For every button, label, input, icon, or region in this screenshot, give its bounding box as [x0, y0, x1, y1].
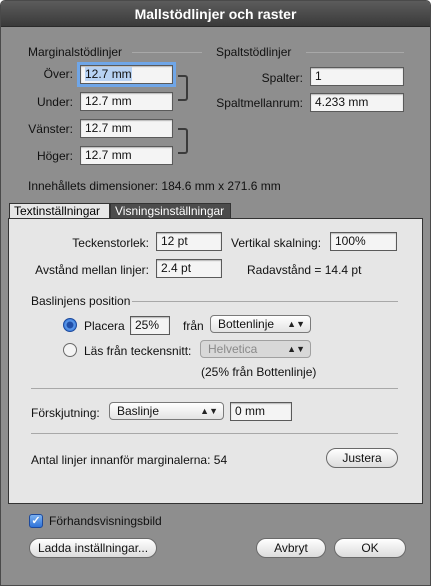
margin-right-label: Höger: [36, 149, 73, 163]
font-size-label: Teckenstorlek: [72, 236, 149, 250]
updown-arrows-icon: ▲▼ [287, 344, 305, 354]
panel-divider-1 [31, 388, 398, 389]
place-from-value: Bottenlinje [218, 317, 275, 331]
from-label: från [183, 319, 204, 333]
updown-arrows-icon: ▲▼ [200, 406, 218, 416]
font-value: Helvetica [208, 342, 258, 356]
column-guides-divider [306, 52, 404, 53]
place-label: Placera [84, 319, 125, 333]
read-from-font-radio[interactable] [63, 343, 77, 357]
margin-right-field[interactable]: 12.7 mm [80, 146, 173, 165]
gutter-label: Spaltmellanrum: [216, 96, 303, 110]
margin-bottom-field[interactable]: 12.7 mm [80, 92, 173, 111]
margin-guides-header: Marginalstödlinjer [28, 45, 123, 59]
vertical-scaling-field[interactable]: 100% [330, 232, 397, 251]
margin-top-label: Över: [43, 67, 73, 81]
margin-top-value: 12.7 mm [85, 67, 132, 81]
tab-display-settings[interactable]: Visningsinställningar [110, 203, 231, 218]
line-spacing-field[interactable]: 2.4 pt [156, 259, 222, 278]
lines-in-margins: Antal linjer innanför marginalerna: 54 [31, 453, 228, 467]
tab-text-settings[interactable]: Textinställningar [9, 203, 110, 218]
gutter-field[interactable]: 4.233 mm [310, 93, 404, 112]
margin-guides-divider [132, 52, 202, 53]
place-from-popup[interactable]: Bottenlinje ▲▼ [210, 315, 311, 333]
preview-label: Förhandsvisningsbild [49, 514, 162, 528]
margin-left-field[interactable]: 12.7 mm [80, 119, 173, 138]
offset-option-value: Baslinje [117, 404, 160, 418]
column-guides-header: Spaltstödlinjer [216, 45, 292, 59]
font-size-field[interactable]: 12 pt [156, 232, 222, 251]
place-radio[interactable] [63, 318, 77, 332]
computed-baseline-note: (25% från Bottenlinje) [201, 365, 317, 379]
offset-field[interactable]: 0 mm [230, 402, 292, 421]
ok-button[interactable]: OK [334, 538, 406, 558]
offset-label: Förskjutning: [31, 406, 100, 420]
leading-readout: Radavstånd = 14.4 pt [247, 263, 362, 277]
cancel-button[interactable]: Avbryt [256, 538, 326, 558]
updown-arrows-icon: ▲▼ [287, 319, 305, 329]
columns-label: Spalter: [261, 71, 303, 85]
adjust-button[interactable]: Justera [326, 448, 398, 468]
margin-left-label: Vänster: [28, 122, 73, 136]
offset-popup[interactable]: Baslinje ▲▼ [109, 402, 224, 420]
baseline-divider [132, 301, 398, 302]
baseline-position-header: Baslinjens position [31, 294, 131, 308]
columns-field[interactable]: 1 [310, 67, 404, 86]
margin-bottom-label: Under: [36, 95, 73, 109]
dialog-title: Mallstödlinjer och raster [1, 1, 430, 27]
vertical-scaling-label: Vertikal skalning: [231, 236, 322, 250]
preview-checkbox[interactable]: ✓ [29, 514, 43, 528]
link-left-right-icon[interactable] [178, 128, 188, 154]
font-popup[interactable]: Helvetica ▲▼ [200, 340, 311, 358]
content-dimensions: Innehållets dimensioner: 184.6 mm x 271.… [28, 179, 281, 193]
panel-divider-2 [31, 433, 398, 434]
read-from-font-label: Läs från teckensnitt: [84, 344, 192, 358]
load-settings-button[interactable]: Ladda inställningar... [29, 538, 157, 558]
line-spacing-label: Avstånd mellan linjer: [35, 263, 149, 277]
link-top-bottom-icon[interactable] [178, 75, 188, 101]
margin-top-field[interactable]: 12.7 mm [77, 62, 176, 87]
dialog-window: Mallstödlinjer och raster Marginalstödli… [0, 0, 431, 586]
place-percent-field[interactable]: 25% [130, 316, 170, 335]
